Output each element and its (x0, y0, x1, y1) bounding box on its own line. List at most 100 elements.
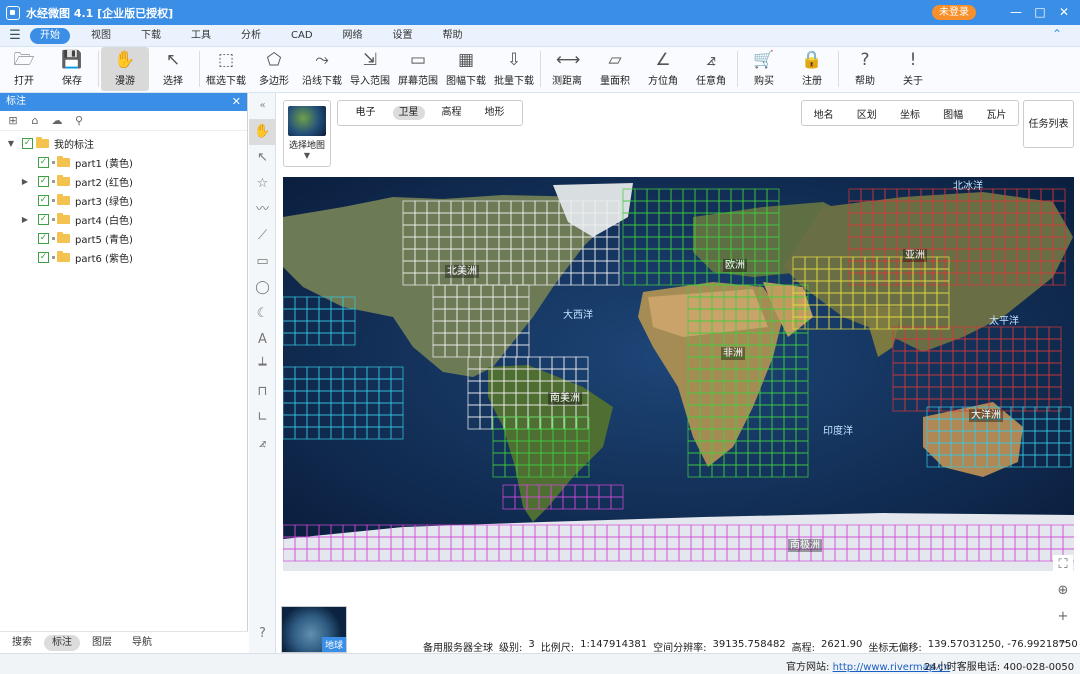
zoom-in-icon[interactable]: + (1053, 607, 1073, 627)
panel-tab-2[interactable]: 图层 (84, 635, 120, 651)
item-checkbox[interactable]: ✓ (38, 195, 49, 206)
toolbar-button-15[interactable]: 🛒 购买 (740, 47, 788, 91)
panel-tab-1[interactable]: 标注 (44, 634, 80, 651)
add-icon[interactable]: ⊞ (6, 114, 20, 128)
toolbar-button-6[interactable]: ⤳ 沿线下载 (298, 47, 346, 91)
cloud-icon[interactable]: ☁ (50, 114, 64, 128)
menu-item-7[interactable]: 设置 (378, 28, 428, 44)
toolbar-button-13[interactable]: ∠ 方位角 (639, 47, 687, 91)
menu-item-1[interactable]: 视图 (76, 28, 126, 44)
toolbar-button-12[interactable]: ▱ 量面积 (591, 47, 639, 91)
menu-item-2[interactable]: 下载 (126, 28, 176, 44)
pointer-icon[interactable]: ↖ (249, 145, 276, 171)
root-checkbox[interactable]: ✓ (22, 138, 33, 149)
overlay-toggle-1[interactable]: 区划 (857, 106, 877, 121)
select-map-button[interactable]: 选择地图 ▼ (283, 100, 331, 167)
star-icon[interactable]: ☆ (249, 171, 276, 197)
collapse-ribbon-icon[interactable]: ⌃ (1052, 27, 1062, 41)
continent-label: 大洋洲 (969, 409, 1003, 422)
panel-tab-3[interactable]: 导航 (124, 635, 160, 651)
toolbar-button-11[interactable]: ⟷ 测距离 (543, 47, 591, 91)
map-type-1[interactable]: 卫星 (392, 106, 425, 120)
folder-icon[interactable]: ⌂ (28, 114, 42, 128)
phone-label: 24小时客服电话: (924, 662, 1001, 673)
search-icon[interactable]: ⚲ (72, 114, 86, 128)
menu-item-4[interactable]: 分析 (226, 28, 276, 44)
tree-item[interactable]: ▶ ✓ part4 (白色) (0, 210, 247, 229)
tree-item[interactable]: ✓ part1 (黄色) (0, 153, 247, 172)
panel-tab-0[interactable]: 搜索 (4, 635, 40, 651)
toolbar-button-14[interactable]: ⦨ 任意角 (687, 47, 735, 91)
overlay-toggle-3[interactable]: 图幅 (943, 106, 963, 121)
menu-item-3[interactable]: 工具 (176, 28, 226, 44)
toolbar-label: 导入范围 (350, 76, 390, 87)
login-button[interactable]: 未登录 (932, 5, 976, 20)
tree-root[interactable]: ▼ ✓ 我的标注 (0, 134, 247, 153)
help-circle-icon[interactable]: ? (249, 621, 276, 647)
minimize-icon[interactable]: — (1004, 0, 1028, 25)
hand-icon[interactable]: ✋ (249, 119, 276, 145)
hamburger-menu-icon[interactable]: ☰ (0, 28, 30, 43)
collapse-panel-icon[interactable]: « (249, 93, 276, 119)
map-type-2[interactable]: 高程 (436, 106, 468, 120)
toolbar-button-8[interactable]: ▭ 屏幕范围 (394, 47, 442, 91)
fullscreen-icon[interactable]: ⛶ (1053, 555, 1073, 575)
toolbar-button-3[interactable]: ↖ 选择 (149, 47, 197, 91)
map-type-switch: 电子 卫星 高程 地形 (337, 100, 523, 126)
continent-label: 南极洲 (788, 539, 822, 552)
area-measure-icon[interactable]: ⊓ (249, 379, 276, 405)
tree-item[interactable]: ▶ ✓ part2 (红色) (0, 172, 247, 191)
toolbar-button-0[interactable]: 🗁 打开 (0, 47, 48, 91)
satellite-map[interactable]: 北美洲 欧洲 亚洲 非洲 南美洲 大洋洲 南极洲 北冰洋 大西洋 太平洋 印度洋 (283, 177, 1074, 571)
expand-arrow-icon[interactable]: ▶ (20, 177, 30, 186)
item-checkbox[interactable]: ✓ (38, 214, 49, 225)
toolbar-button-16[interactable]: 🔒 注册 (788, 47, 836, 91)
ruler-icon[interactable]: ┷ (249, 353, 276, 379)
toolbar-button-7[interactable]: ⇲ 导入范围 (346, 47, 394, 91)
menu-item-8[interactable]: 帮助 (428, 28, 478, 44)
panel-close-icon[interactable]: ✕ (232, 93, 241, 111)
line-icon[interactable]: 〰 (249, 197, 276, 223)
area-icon[interactable]: ⟋ (249, 223, 276, 249)
map-type-0[interactable]: 电子 (350, 106, 382, 120)
toolbar-button-1[interactable]: 💾 保存 (48, 47, 96, 91)
menu-item-0[interactable]: 开始 (30, 27, 70, 44)
expand-arrow-icon[interactable]: ▼ (6, 139, 16, 148)
toolbar-button-9[interactable]: ▦ 图幅下载 (442, 47, 490, 91)
overlay-toggle-2[interactable]: 坐标 (900, 106, 920, 121)
toolbar-button-10[interactable]: ⇩ 批量下载 (490, 47, 538, 91)
toolbar-button-5[interactable]: ⬠ 多边形 (250, 47, 298, 91)
expand-arrow-icon[interactable]: ▶ (20, 215, 30, 224)
item-checkbox[interactable]: ✓ (38, 157, 49, 168)
locate-icon[interactable]: ⊕ (1053, 581, 1073, 601)
item-checkbox[interactable]: ✓ (38, 176, 49, 187)
toolbar-separator (540, 51, 541, 87)
moon-icon[interactable]: ☾ (249, 301, 276, 327)
tree-item[interactable]: ✓ part5 (青色) (0, 229, 247, 248)
any-angle-icon[interactable]: ⦨ (249, 431, 276, 457)
toolbar-button-18[interactable]: ! 关于 (889, 47, 937, 91)
text-icon[interactable]: A (249, 327, 276, 353)
circle-icon[interactable]: ◯ (249, 275, 276, 301)
overlay-toggle-0[interactable]: 地名 (814, 106, 834, 121)
item-checkbox[interactable]: ✓ (38, 233, 49, 244)
toolbar-button-17[interactable]: ? 帮助 (841, 47, 889, 91)
elevation-label: 高程: (791, 643, 816, 654)
angle-icon[interactable]: ∟ (249, 405, 276, 431)
tree-item[interactable]: ✓ part3 (绿色) (0, 191, 247, 210)
folder-open-icon: 🗁 (13, 50, 35, 70)
rect-icon[interactable]: ▭ (249, 249, 276, 275)
menu-item-5[interactable]: CAD (276, 28, 328, 44)
item-checkbox[interactable]: ✓ (38, 252, 49, 263)
task-list-button[interactable]: 任务列表 (1023, 100, 1074, 148)
dot-icon (52, 161, 55, 164)
tree-item[interactable]: ✓ part6 (紫色) (0, 248, 247, 267)
menu-item-6[interactable]: 网络 (328, 28, 378, 44)
toolbar-button-2[interactable]: ✋ 漫游 (101, 47, 149, 91)
map-type-3[interactable]: 地形 (479, 106, 511, 120)
toolbar-button-4[interactable]: ⬚ 框选下载 (202, 47, 250, 91)
maximize-icon[interactable]: □ (1028, 0, 1052, 25)
overlay-toggle-4[interactable]: 瓦片 (986, 106, 1006, 121)
globe-switch-button[interactable]: 地球 (281, 606, 347, 653)
close-icon[interactable]: ✕ (1052, 0, 1076, 25)
